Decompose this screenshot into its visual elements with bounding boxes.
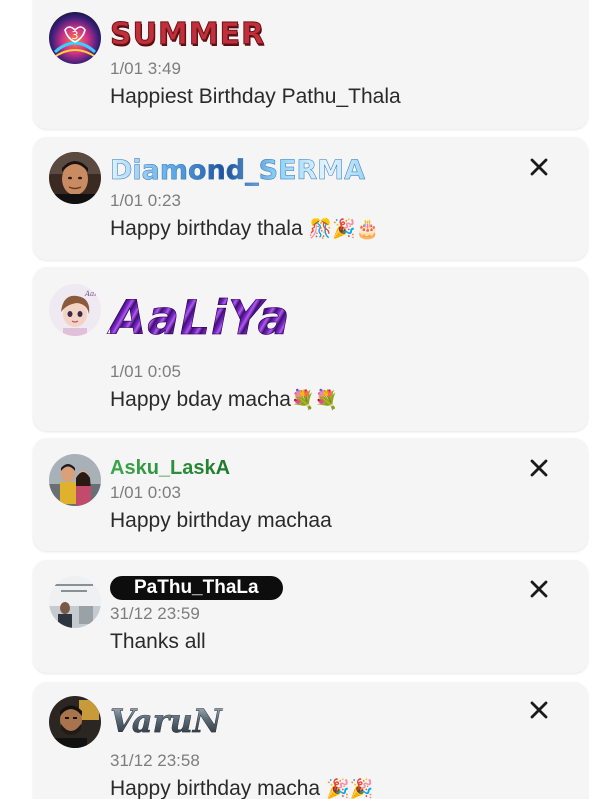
close-icon[interactable] xyxy=(526,154,552,180)
comment-feed: 3 SUMMER 1/01 3:49 Happiest Birthday Pat… xyxy=(0,0,595,799)
comment-message: Thanks all xyxy=(110,630,206,653)
celebration-emoji: 🎊🎉🎂 xyxy=(308,219,380,240)
comment-card: VaruN 31/12 23:58 Happy birthday macha 🎉… xyxy=(33,682,588,799)
close-icon[interactable] xyxy=(526,455,552,481)
man-beard-avatar[interactable] xyxy=(49,696,101,748)
comment-message: Happy birthday machaa xyxy=(110,509,332,532)
svg-text:3: 3 xyxy=(72,29,79,42)
comment-card: Diamond_SERMA 1/01 0:23 Happy birthday t… xyxy=(33,137,588,260)
comment-time: 31/12 23:58 xyxy=(110,751,200,770)
comment-card: Aaliya AaLiYa 1/01 0:05 Happy bday macha… xyxy=(33,267,588,431)
comment-time: 1/01 0:23 xyxy=(110,191,181,210)
comment-card: 3 SUMMER 1/01 3:49 Happiest Birthday Pat… xyxy=(33,0,588,129)
comment-card: PaThu_ThaLa 31/12 23:59 Thanks all xyxy=(33,560,588,673)
comment-card: Asku_LaskA 1/01 0:03 Happy birthday mach… xyxy=(33,438,588,551)
commenter-name[interactable]: Asku_LaskA xyxy=(110,457,230,480)
comment-message: Happy bday macha💐💐 xyxy=(110,388,339,411)
comment-time: 1/01 0:05 xyxy=(110,362,181,381)
close-icon[interactable] xyxy=(526,576,552,602)
man-portrait-avatar[interactable] xyxy=(49,152,101,204)
commenter-name[interactable]: AaLiYa xyxy=(110,291,290,347)
commenter-name[interactable]: PaThu_ThaLa xyxy=(110,576,283,600)
person-photo-avatar[interactable] xyxy=(49,576,101,628)
commenter-name[interactable]: SUMMER xyxy=(109,17,265,53)
cartoon-girl-avatar[interactable]: Aaliya xyxy=(49,284,101,336)
comment-time: 31/12 23:59 xyxy=(110,604,200,623)
commenter-name[interactable]: Diamond_SERMA xyxy=(110,155,366,187)
commenter-name[interactable]: VaruN xyxy=(110,702,222,740)
couple-photo-avatar[interactable] xyxy=(49,454,101,506)
comment-time: 1/01 3:49 xyxy=(110,59,181,78)
commenter-name-badge[interactable]: PaThu_ThaLa xyxy=(110,576,283,600)
close-icon[interactable] xyxy=(526,697,552,723)
comment-message: Happy birthday macha 🎉🎉 xyxy=(110,777,374,799)
summer-3-avatar[interactable]: 3 xyxy=(49,12,101,64)
party-popper-emoji: 🎉🎉 xyxy=(325,779,374,799)
comment-message: Happy birthday thala 🎊🎉🎂 xyxy=(110,217,380,240)
svg-text:Aaliya: Aaliya xyxy=(84,290,101,298)
comment-time: 1/01 0:03 xyxy=(110,483,181,502)
comment-message: Happiest Birthday Pathu_Thala xyxy=(110,85,401,108)
bouquet-emoji: 💐💐 xyxy=(290,390,339,411)
